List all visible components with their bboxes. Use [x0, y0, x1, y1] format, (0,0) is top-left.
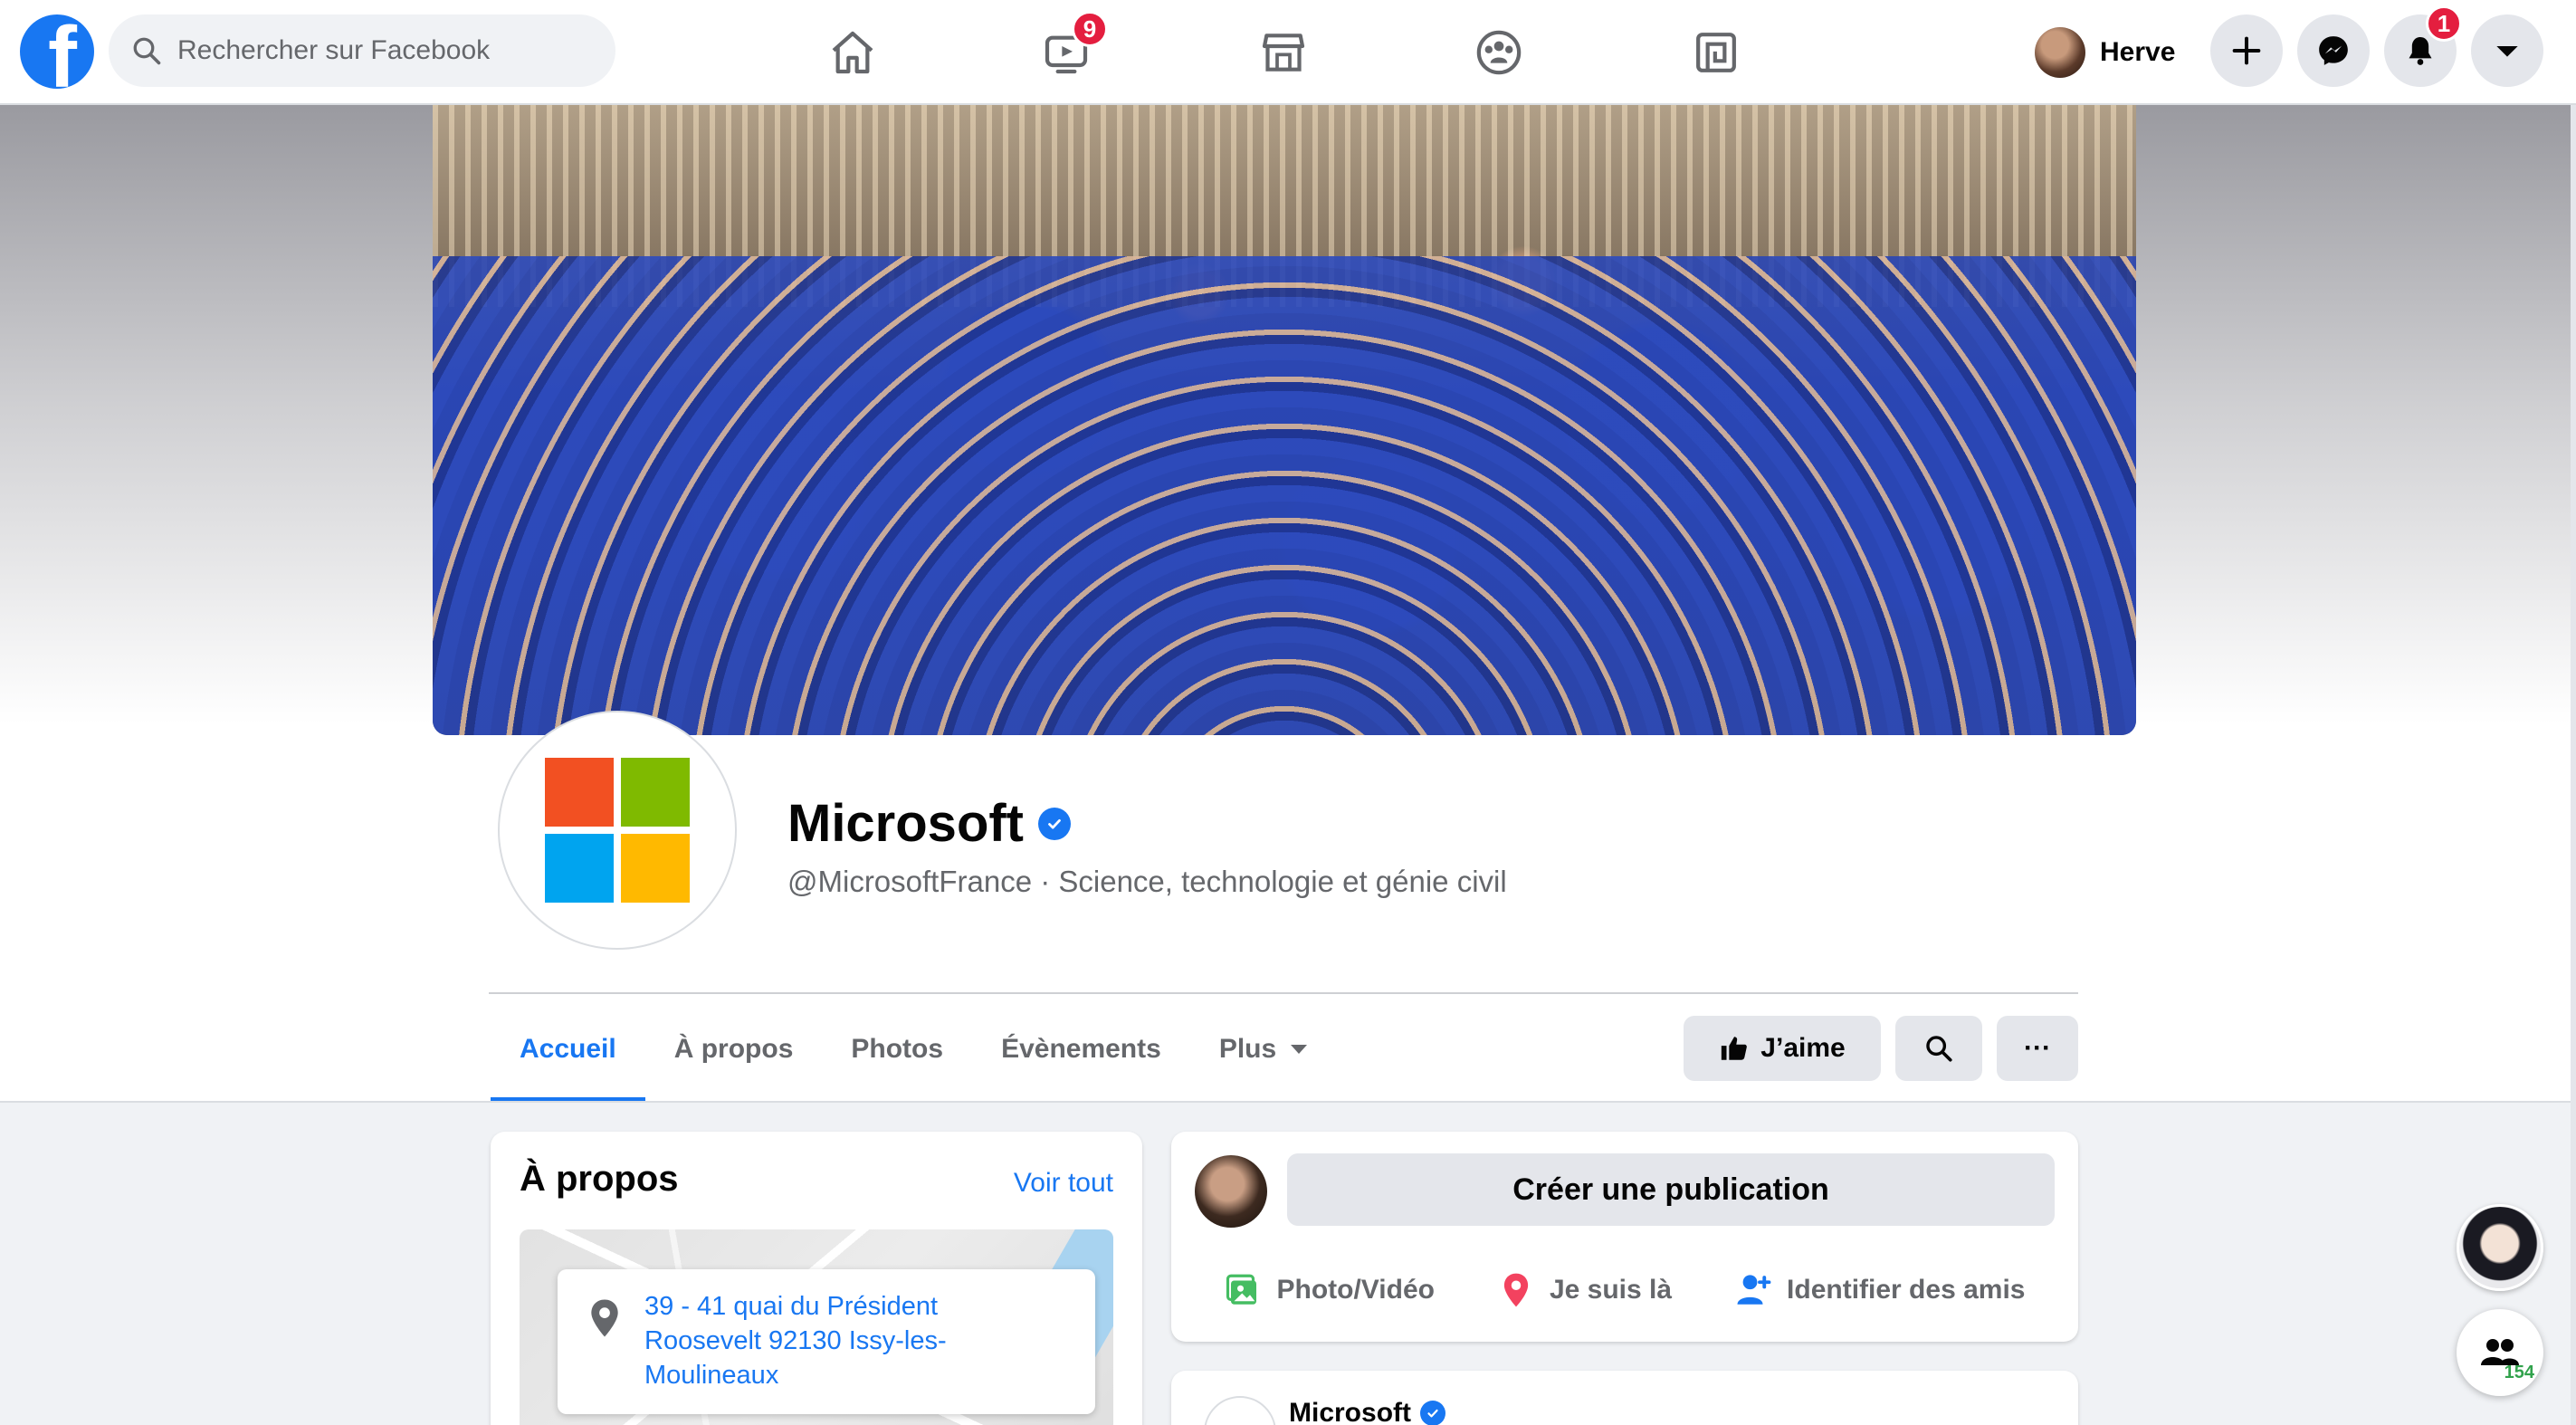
home-icon: [832, 31, 873, 74]
tab-label: À propos: [673, 1034, 794, 1064]
photo-video-icon: [1226, 1274, 1256, 1305]
address-link[interactable]: 39 - 41 quai du Président Roosevelt 9213…: [644, 1289, 1061, 1392]
top-navigation-bar: f 9: [0, 0, 2576, 105]
about-title: À propos: [520, 1159, 679, 1199]
profile-shortcut[interactable]: Herve: [2031, 18, 2190, 87]
account-menu-button[interactable]: [2471, 14, 2543, 87]
contacts-button[interactable]: 154: [2457, 1309, 2543, 1396]
post-menu-button[interactable]: ···: [2000, 1414, 2033, 1425]
verified-badge-icon: [1038, 807, 1071, 840]
thumbs-up-icon: [1722, 1037, 1748, 1060]
tab-plus[interactable]: Plus: [1190, 996, 1336, 1103]
tab-label: Accueil: [520, 1034, 616, 1064]
post-author-avatar[interactable]: [1204, 1396, 1276, 1425]
photo-video-label: Photo/Vidéo: [1276, 1275, 1435, 1305]
profile-picture[interactable]: [498, 711, 737, 950]
nav-groups[interactable]: [1465, 18, 1533, 87]
messenger-button[interactable]: [2297, 14, 2370, 87]
page-tabs: Accueil À propos Photos Évènements Plus: [491, 996, 1336, 1103]
groups-icon: [1476, 30, 1522, 75]
tab-label: Évènements: [1001, 1034, 1161, 1064]
see-all-link[interactable]: Voir tout: [1014, 1168, 1113, 1199]
caret-down-icon: [2496, 46, 2518, 57]
search-icon: [133, 37, 161, 65]
tabs-divider: [489, 992, 2078, 994]
tab-label: Photos: [851, 1034, 944, 1064]
tag-friends-icon: [1737, 1275, 1771, 1305]
post-card: Microsoft ···: [1171, 1371, 2078, 1425]
nav-home[interactable]: [818, 18, 887, 87]
tag-friends-label: Identifier des amis: [1787, 1275, 2026, 1305]
microsoft-logo-icon: [1206, 1398, 1276, 1425]
post-author[interactable]: Microsoft: [1289, 1398, 1445, 1425]
cover-photo[interactable]: [433, 105, 2136, 735]
create-post-card: Créer une publication Photo/Vidéo Je sui…: [1171, 1132, 2078, 1342]
header-divider: [0, 1101, 2576, 1103]
avatar[interactable]: [1195, 1155, 1267, 1228]
tag-friends-button[interactable]: Identifier des amis: [1734, 1271, 2025, 1309]
plus-icon: [2232, 36, 2261, 65]
tab-photos[interactable]: Photos: [822, 996, 972, 1103]
notifications-button[interactable]: 1: [2384, 5, 2462, 87]
like-page-button[interactable]: J’aime: [1684, 1016, 1881, 1081]
avatar: [2035, 27, 2085, 78]
tab-label: Plus: [1218, 1034, 1277, 1064]
scrollbar[interactable]: [2571, 105, 2576, 1425]
chevron-down-icon: [1291, 1045, 1308, 1054]
messenger-icon: [2319, 36, 2348, 65]
profile-name: Herve: [2100, 37, 2176, 67]
search-page-button[interactable]: [1895, 1016, 1982, 1081]
composer-actions: Photo/Vidéo Je suis là Identifier des am…: [1171, 1258, 2078, 1322]
address-popup[interactable]: 39 - 41 quai du Président Roosevelt 9213…: [558, 1269, 1095, 1414]
more-options-button[interactable]: ···: [1997, 1016, 2078, 1081]
nav-marketplace[interactable]: [1249, 18, 1318, 87]
verified-badge-icon: [1420, 1401, 1445, 1425]
page-title: Microsoft: [787, 793, 1071, 854]
search-input[interactable]: [177, 35, 558, 66]
page-subtitle: @MicrosoftFrance · Science, technologie …: [787, 865, 1507, 898]
facebook-logo-icon[interactable]: f: [20, 14, 94, 89]
create-post-button[interactable]: Créer une publication: [1287, 1153, 2055, 1226]
nav-watch[interactable]: 9: [1032, 11, 1108, 87]
tab-a-propos[interactable]: À propos: [645, 996, 823, 1103]
location-pin-icon: [1503, 1273, 1529, 1307]
search-icon: [1926, 1036, 1952, 1062]
search-box[interactable]: [109, 14, 615, 87]
nav-gaming[interactable]: [1682, 18, 1751, 87]
microsoft-logo-icon: [545, 758, 690, 903]
map-pin-icon: [591, 1299, 618, 1337]
chat-head-avatar[interactable]: [2457, 1204, 2543, 1291]
more-options-label: ···: [2024, 1033, 2051, 1063]
page-name-text: Microsoft: [787, 794, 1024, 853]
gaming-icon: [1696, 33, 1736, 72]
cover-photo-crowd: [433, 256, 2136, 735]
like-label: J’aime: [1760, 1033, 1846, 1063]
create-button[interactable]: [2210, 14, 2283, 87]
notifications-badge: 1: [2426, 5, 2462, 42]
post-author-name: Microsoft: [1289, 1398, 1411, 1425]
check-in-label: Je suis là: [1549, 1275, 1673, 1305]
photo-video-button[interactable]: Photo/Vidéo: [1225, 1271, 1435, 1309]
marketplace-icon: [1262, 33, 1305, 72]
watch-badge: 9: [1072, 11, 1108, 47]
tab-accueil[interactable]: Accueil: [491, 996, 645, 1103]
contacts-count: 154: [2504, 1363, 2534, 1382]
check-in-button[interactable]: Je suis là: [1497, 1271, 1672, 1309]
tab-evenements[interactable]: Évènements: [972, 996, 1190, 1103]
create-post-label: Créer une publication: [1512, 1172, 1829, 1207]
